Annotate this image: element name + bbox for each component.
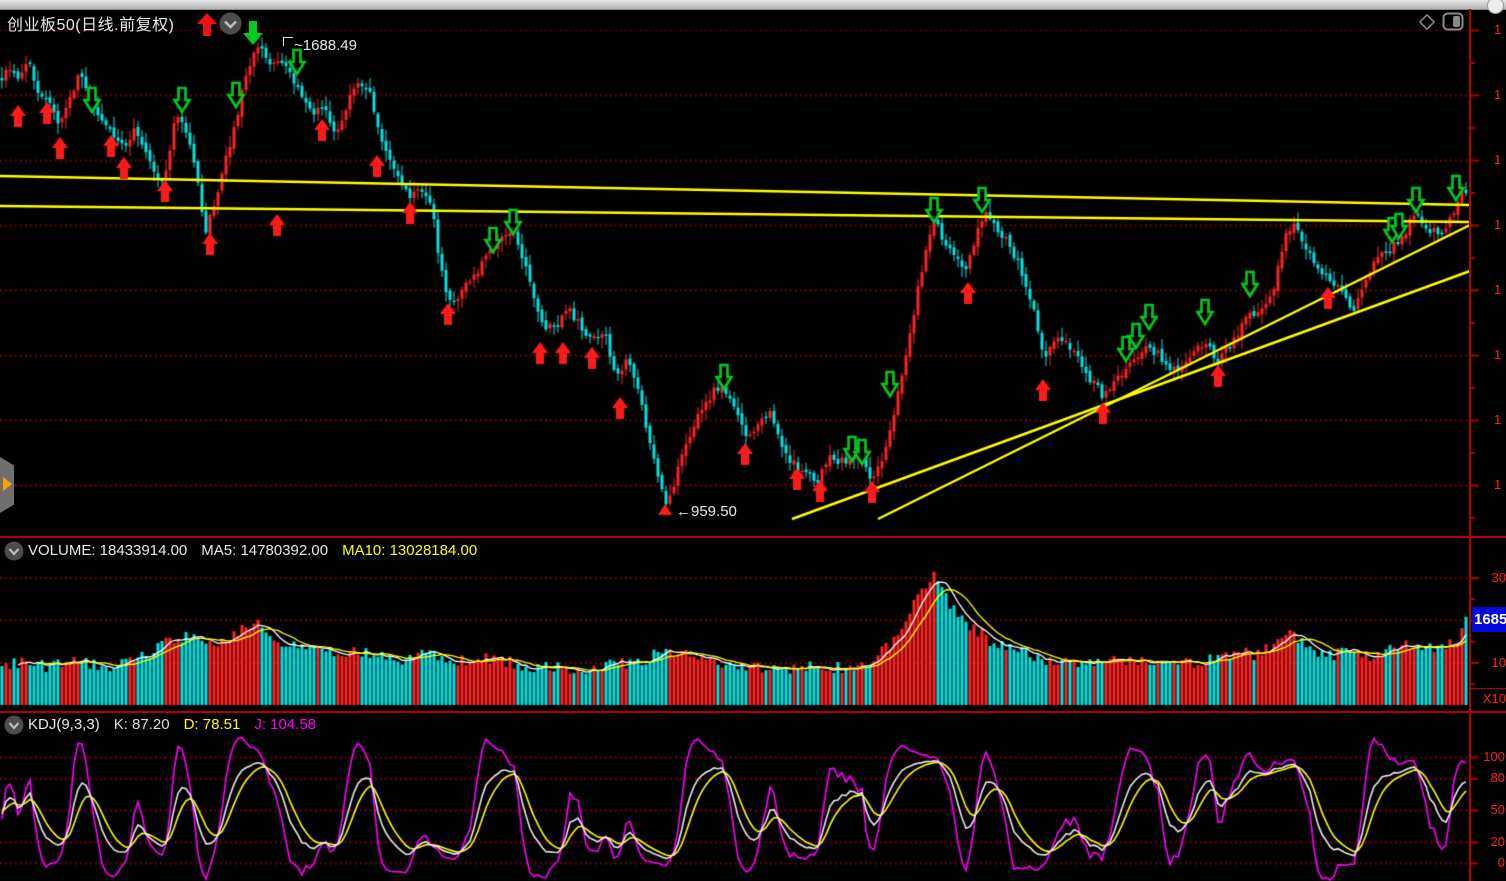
annotation-pointer: [283, 37, 293, 46]
price-tag: 1685: [1472, 607, 1506, 632]
main-axis-label: 1: [1494, 153, 1501, 167]
kdj-header: KDJ(9,3,3) K: 87.20 D: 78.51 J: 104.58: [28, 716, 316, 733]
axis-unit-divider: [1470, 688, 1506, 689]
volume-axis-label: 10: [1473, 656, 1506, 670]
volume-unit-label: X10: [1473, 692, 1506, 706]
chart-title: 创业板50(日线.前复权): [7, 11, 174, 35]
volume-ma5: MA5: 14780392.00: [201, 542, 328, 559]
main-axis-label: 1: [1494, 23, 1501, 37]
collapse-main-button[interactable]: [219, 12, 242, 35]
low-annotation: ←959.50: [676, 503, 737, 520]
main-axis-label: 1: [1494, 413, 1501, 427]
kdj-j-value: J: 104.58: [254, 716, 316, 733]
down-arrow-icon[interactable]: [243, 21, 263, 45]
kdj-d-value: D: 78.51: [184, 716, 241, 733]
kdj-name: KDJ(9,3,3): [28, 716, 100, 733]
volume-value: VOLUME: 18433914.00: [28, 542, 187, 559]
drawer-arrow-icon: [3, 477, 12, 491]
kdj-k-value: K: 87.20: [114, 716, 170, 733]
chart-canvas[interactable]: [0, 0, 1506, 881]
kdj-axis-label: 0: [1472, 856, 1505, 870]
stock-chart-app: 创业板50(日线.前复权) ~1688.49 ←959.50 VOLUME: 1…: [0, 0, 1506, 881]
up-arrow-icon[interactable]: [197, 13, 217, 36]
main-axis-label: 1: [1494, 218, 1501, 232]
main-axis-label: 1: [1494, 283, 1501, 297]
collapse-kdj-button[interactable]: [4, 715, 24, 735]
high-annotation: ~1688.49: [283, 37, 357, 54]
price-axis-line: [1469, 9, 1471, 881]
volume-header: VOLUME: 18433914.00 MA5: 14780392.00 MA1…: [28, 542, 477, 559]
kdj-axis-label: 80: [1472, 771, 1505, 785]
main-axis-label: 1: [1494, 478, 1501, 492]
volume-axis-label: 30: [1473, 571, 1506, 585]
pane-divider-volume[interactable]: [0, 536, 1506, 538]
kdj-axis-label: 20: [1472, 835, 1505, 849]
kdj-axis-label: 50: [1472, 803, 1505, 817]
top-scrollbar[interactable]: [0, 0, 1506, 10]
collapse-volume-button[interactable]: [4, 541, 24, 561]
kdj-axis-label: 100: [1472, 750, 1505, 764]
main-axis-label: 1: [1494, 88, 1501, 102]
diamond-icon[interactable]: [1417, 12, 1437, 32]
panel-toggle-icon[interactable]: [1442, 12, 1464, 31]
pane-divider-kdj[interactable]: [0, 711, 1506, 713]
volume-ma10: MA10: 13028184.00: [342, 542, 477, 559]
main-axis-label: 1: [1494, 348, 1501, 362]
